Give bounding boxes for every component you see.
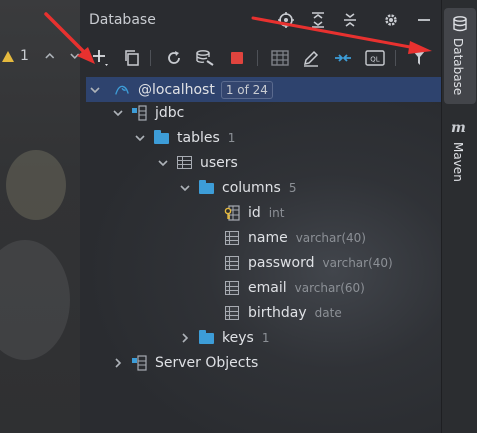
database-tool-label: Database	[451, 38, 465, 96]
copy-icon[interactable]	[121, 47, 143, 69]
primary-key-column-icon	[224, 204, 240, 221]
toolbar-separator	[395, 50, 396, 66]
column-icon	[224, 305, 240, 321]
column-type: varchar(40)	[295, 230, 366, 245]
filter-icon[interactable]	[408, 47, 430, 69]
database-icon	[453, 16, 467, 32]
columns-count: 5	[288, 180, 297, 195]
column-type: date	[314, 305, 342, 320]
chevron-down-icon[interactable]	[156, 156, 170, 170]
schema-name: jdbc	[155, 104, 185, 121]
keys-count: 1	[261, 330, 270, 345]
chevron-up-icon[interactable]	[43, 49, 57, 63]
schema-sync-icon[interactable]	[194, 47, 216, 69]
column-icon	[224, 280, 240, 296]
table-editor-icon[interactable]	[269, 47, 291, 69]
ide-window: 1 Database QL @localhost 1 of 24 jdbc ta…	[0, 0, 477, 433]
tables-count: 1	[227, 130, 236, 145]
background-art-eye	[6, 150, 66, 220]
column-icon	[224, 230, 240, 246]
columns-folder-name: columns	[222, 179, 281, 196]
tree-node-column[interactable]: password varchar(40)	[80, 250, 477, 275]
column-type: varchar(60)	[294, 280, 365, 295]
toolbar-separator	[257, 50, 258, 66]
table-icon	[176, 155, 192, 171]
table-name: users	[200, 154, 238, 171]
chevron-down-icon[interactable]	[111, 106, 125, 120]
datasource-schema-badge[interactable]: 1 of 24	[220, 80, 273, 99]
expand-all-icon[interactable]	[308, 10, 328, 30]
chevron-right-icon[interactable]	[111, 356, 125, 370]
panel-title: Database	[89, 12, 156, 28]
collapse-all-icon[interactable]	[340, 10, 360, 30]
column-type: varchar(40)	[322, 255, 393, 270]
tree-node-server-objects[interactable]: Server Objects	[80, 350, 472, 375]
tree-node-datasource[interactable]: @localhost 1 of 24	[86, 77, 441, 102]
folder-icon	[198, 330, 214, 346]
maven-tool-label[interactable]: Maven	[451, 142, 465, 182]
database-panel: Database QL @localhost 1 of 24 jdbc tabl…	[80, 0, 441, 433]
database-tool-button[interactable]: Database	[444, 8, 476, 104]
tree-node-column[interactable]: birthday date	[80, 300, 477, 325]
server-objects-name: Server Objects	[155, 354, 259, 371]
column-name: password	[248, 254, 315, 271]
folder-icon	[153, 130, 169, 146]
mysql-dolphin-icon	[114, 82, 130, 98]
tree-node-schema[interactable]: jdbc	[80, 100, 472, 125]
database-toolbar: QL	[80, 40, 441, 76]
tree-node-column[interactable]: name varchar(40)	[80, 225, 477, 250]
warning-count[interactable]: 1	[20, 48, 29, 64]
keys-folder-name: keys	[222, 329, 254, 346]
background-art-shade	[0, 240, 70, 360]
chevron-down-icon[interactable]	[178, 181, 192, 195]
jump-to-icon[interactable]	[332, 47, 354, 69]
maven-icon: m	[451, 120, 466, 136]
add-icon[interactable]	[90, 47, 112, 69]
gear-icon[interactable]	[381, 10, 401, 30]
column-name: email	[248, 279, 287, 296]
toolbar-separator	[150, 50, 151, 66]
panel-header: Database	[80, 0, 441, 40]
tables-folder-name: tables	[177, 129, 220, 146]
column-icon	[224, 255, 240, 271]
schema-icon	[131, 104, 147, 121]
right-tool-strip: Database m Maven	[441, 0, 477, 433]
datasource-name: @localhost	[138, 81, 215, 98]
chevron-down-icon[interactable]	[88, 83, 102, 97]
query-console-icon[interactable]: QL	[364, 47, 386, 69]
locate-icon[interactable]	[276, 10, 296, 30]
chevron-right-icon[interactable]	[178, 331, 192, 345]
minimize-icon[interactable]	[414, 10, 434, 30]
refresh-icon[interactable]	[163, 47, 185, 69]
left-toolbar: 1	[0, 38, 82, 74]
chevron-down-icon[interactable]	[133, 131, 147, 145]
server-objects-icon	[131, 354, 147, 371]
column-name: id	[248, 204, 261, 221]
tree-node-column[interactable]: email varchar(60)	[80, 275, 477, 300]
column-type: int	[268, 205, 285, 220]
folder-icon	[198, 180, 214, 196]
tree-node-tables-folder[interactable]: tables 1	[80, 125, 477, 150]
tree-node-columns-folder[interactable]: columns 5	[80, 175, 477, 200]
stop-icon[interactable]	[226, 47, 248, 69]
query-console-text: QL	[370, 56, 380, 64]
editor-background: 1	[0, 0, 80, 433]
column-name: birthday	[248, 304, 307, 321]
column-name: name	[248, 229, 288, 246]
warning-icon[interactable]	[2, 50, 14, 62]
tree-node-keys-folder[interactable]: keys 1	[80, 325, 477, 350]
tree-node-column[interactable]: id int	[80, 200, 477, 225]
edit-icon[interactable]	[300, 47, 322, 69]
tree-node-table[interactable]: users	[80, 150, 477, 175]
